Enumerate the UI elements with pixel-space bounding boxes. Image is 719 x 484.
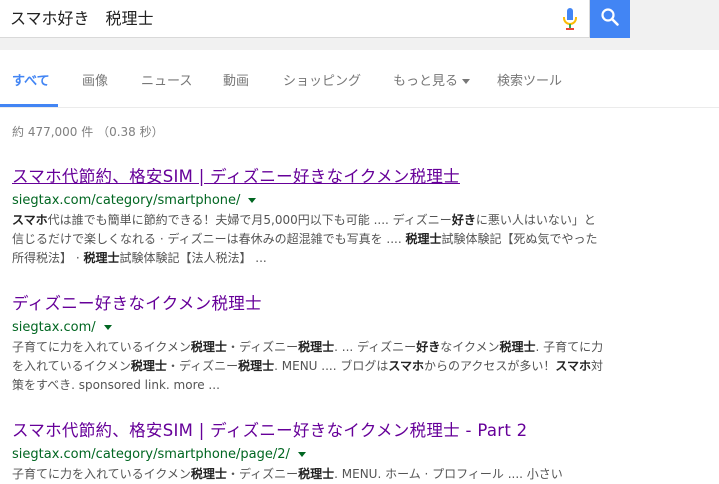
tab-images[interactable]: 画像 <box>82 70 108 89</box>
result-snippet: 子育てに力を入れているイクメン税理士・ディズニー税理士. ... ディズニー好き… <box>12 338 607 395</box>
result-snippet: スマホ代は誰でも簡単に節約できる！夫婦で月5,000円以下も可能 .... ディ… <box>12 211 607 268</box>
tab-more-label: もっと見る <box>393 74 459 89</box>
snippet-keyword: 税理士 <box>130 359 167 373</box>
search-result: ディズニー好きなイクメン税理士 siegtax.com/ 子育てに力を入れている… <box>12 290 612 395</box>
triangle-down-icon[interactable] <box>248 198 257 203</box>
snippet-text: からのアクセスが多い！ <box>423 359 556 373</box>
snippet-keyword: スマホ <box>555 359 592 373</box>
result-url-row: siegtax.com/category/smartphone/page/2/ <box>12 447 612 462</box>
snippet-keyword: 税理士 <box>190 467 227 481</box>
result-snippet: 子育てに力を入れているイクメン税理士・ディズニー税理士. MENU. ホーム ·… <box>12 465 607 484</box>
snippet-text: 子育てに力を入れているイクメン <box>12 340 191 354</box>
snippet-text: ・ディズニー <box>226 340 299 354</box>
result-title[interactable]: ディズニー好きなイクメン税理士 <box>12 290 612 314</box>
tab-more[interactable]: もっと見る <box>393 70 471 89</box>
result-url: siegtax.com/category/smartphone/page/2/ <box>12 447 290 462</box>
tab-shopping[interactable]: ショッピング <box>283 70 361 89</box>
search-bar <box>0 0 719 50</box>
snippet-keyword: スマホ <box>12 213 48 227</box>
search-tabs: すべて 画像 ニュース 動画 ショッピング もっと見る 検索ツール <box>0 50 719 108</box>
snippet-text: ・ディズニー <box>226 467 299 481</box>
triangle-down-icon[interactable] <box>103 325 112 330</box>
result-url: siegtax.com/category/smartphone/ <box>12 193 241 208</box>
tab-news[interactable]: ニュース <box>141 70 192 89</box>
search-result: スマホ代節約、格安SIM | ディズニー好きなイクメン税理士 siegtax.c… <box>12 163 612 268</box>
result-stats: 約 477,000 件 （0.38 秒） <box>12 125 164 139</box>
snippet-keyword: 税理士 <box>238 359 275 373</box>
snippet-text: なイクメン <box>440 340 500 354</box>
snippet-text: 代は誰でも簡単に節約できる！夫婦で月5,000円以下も可能 .... ディズニー <box>47 213 452 227</box>
search-box <box>0 0 590 38</box>
snippet-keyword: 好き <box>451 213 476 227</box>
snippet-keyword: 税理士 <box>405 232 442 246</box>
result-title[interactable]: スマホ代節約、格安SIM | ディズニー好きなイクメン税理士 - Part 2 <box>12 417 612 441</box>
snippet-text: . MENU. ホーム · プロフィール .... 小さい <box>334 467 563 481</box>
tab-all[interactable]: すべて <box>12 70 50 89</box>
snippet-text: . MENU .... ブログは <box>274 359 389 373</box>
snippet-text: ・ディズニー <box>166 359 239 373</box>
snippet-keyword: 税理士 <box>499 340 536 354</box>
snippet-keyword: 税理士 <box>298 467 335 481</box>
snippet-keyword: 税理士 <box>190 340 227 354</box>
tab-search-tools[interactable]: 検索ツール <box>497 70 562 89</box>
result-url: siegtax.com/ <box>12 320 96 335</box>
search-input[interactable] <box>10 0 550 37</box>
triangle-down-icon <box>462 79 471 84</box>
search-button[interactable] <box>590 0 630 38</box>
snippet-text: 試験体験記【法人税法】 ... <box>119 251 267 265</box>
snippet-keyword: 好き <box>416 340 441 354</box>
search-icon <box>600 7 620 31</box>
snippet-text: 子育てに力を入れているイクメン <box>12 467 191 481</box>
result-url-row: siegtax.com/category/smartphone/ <box>12 193 612 208</box>
tab-videos[interactable]: 動画 <box>223 70 249 89</box>
active-tab-indicator <box>0 104 58 107</box>
result-url-row: siegtax.com/ <box>12 320 612 335</box>
snippet-keyword: 税理士 <box>298 340 335 354</box>
triangle-down-icon[interactable] <box>297 452 306 457</box>
result-title[interactable]: スマホ代節約、格安SIM | ディズニー好きなイクメン税理士 <box>12 163 612 187</box>
snippet-text: . ... ディズニー <box>334 340 417 354</box>
snippet-keyword: 税理士 <box>83 251 120 265</box>
microphone-icon[interactable] <box>561 7 579 31</box>
snippet-keyword: スマホ <box>388 359 424 373</box>
